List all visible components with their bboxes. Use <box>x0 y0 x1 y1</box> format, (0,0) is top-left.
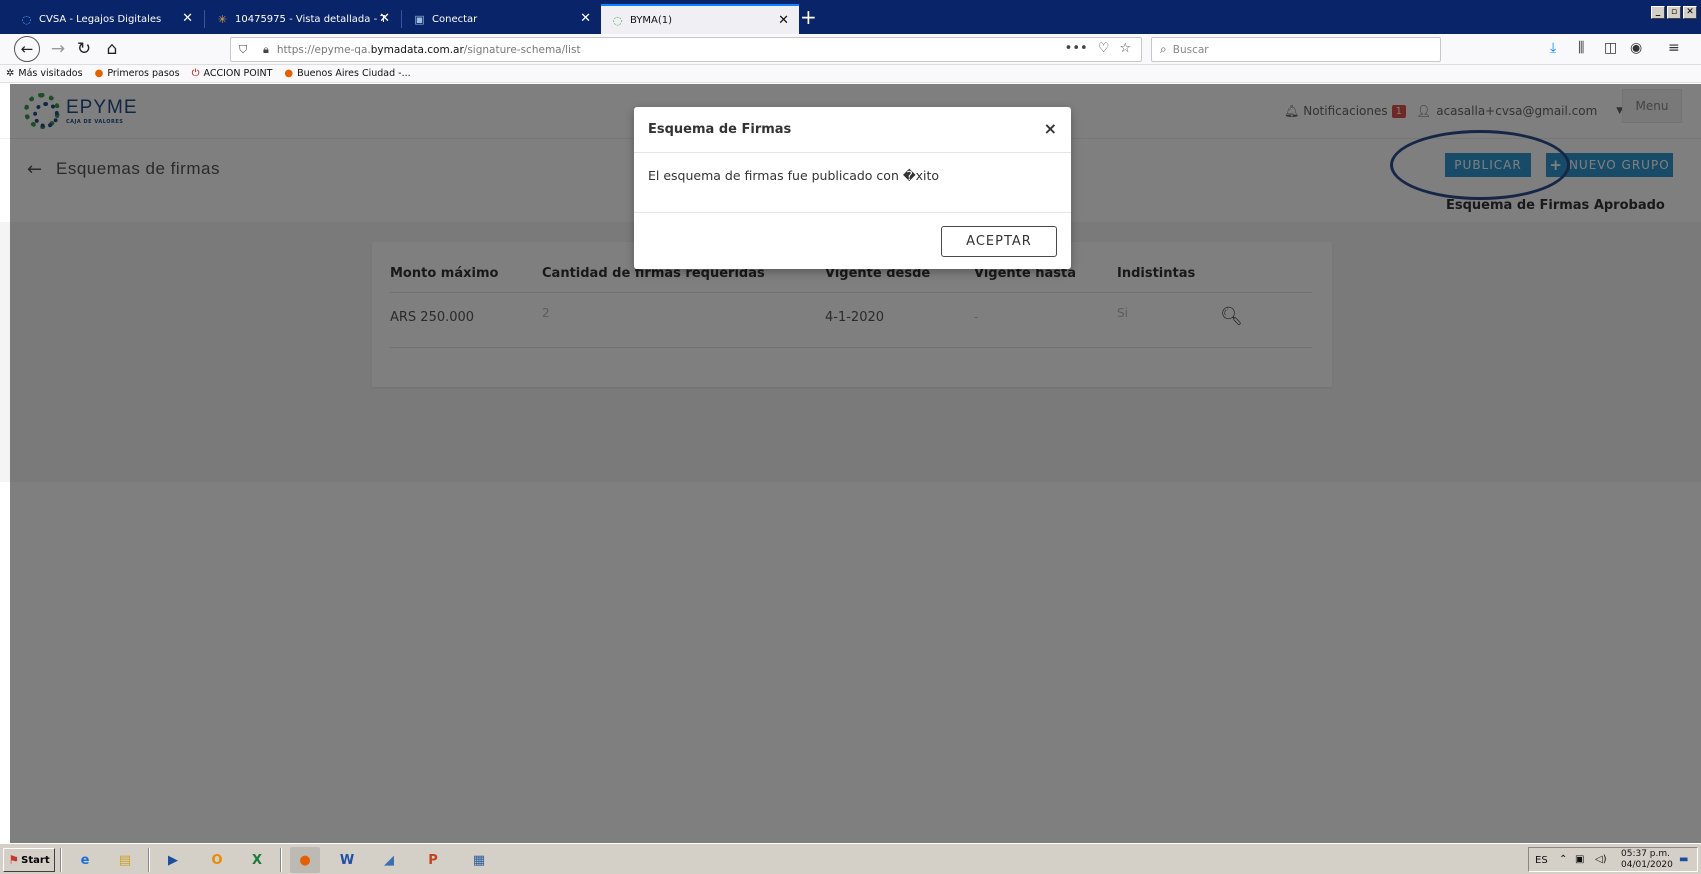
desktop-icon[interactable]: ▦ <box>464 847 494 873</box>
bookmark-label: Primeros pasos <box>107 68 180 79</box>
taskbar-separator <box>280 848 282 872</box>
tab-separator <box>401 10 402 28</box>
language-indicator[interactable]: ES <box>1535 855 1548 866</box>
reload-button[interactable]: ↻ <box>72 37 96 61</box>
modal-header: Esquema de Firmas × <box>634 107 1071 153</box>
bookmark-accion-point[interactable]: ⏻ ACCION POINT <box>192 68 273 79</box>
bookmark-star-icon[interactable]: ☆ <box>1119 41 1131 56</box>
search-icon: ⌕ <box>1160 42 1167 56</box>
pocket-icon[interactable]: ♡ <box>1098 41 1110 56</box>
taskbar-separator <box>148 848 150 872</box>
bookmark-primeros-pasos[interactable]: ● Primeros pasos <box>95 68 180 79</box>
modal-footer: ACEPTAR <box>634 212 1071 269</box>
powerpoint-icon[interactable]: P <box>418 847 448 873</box>
word-icon[interactable]: W <box>332 847 362 873</box>
close-icon[interactable]: × <box>1044 119 1057 138</box>
clock-time[interactable]: 05:37 p.m. <box>1621 849 1670 859</box>
start-button[interactable]: ⚑ Start <box>3 848 55 872</box>
back-button[interactable]: ← <box>14 36 40 62</box>
browser-nav-bar: ← → ↻ ⌂ ⛉ 🔒︎ https://epyme-qa. bymadata.c… <box>0 34 1701 65</box>
bookmark-mas-visitados[interactable]: ✲ Más visitados <box>6 68 83 79</box>
url-prefix: https://epyme-qa. <box>276 43 371 56</box>
circle-logo-icon: ◌ <box>21 12 32 26</box>
modal-message: El esquema de firmas fue publicado con �… <box>648 168 940 183</box>
url-bar[interactable]: ⛉ 🔒︎ https://epyme-qa. bymadata.com.ar/si… <box>230 37 1142 62</box>
notes-icon[interactable]: ◢ <box>374 847 404 873</box>
close-icon[interactable]: ✕ <box>580 11 591 26</box>
volume-icon[interactable]: ◁) <box>1595 854 1607 865</box>
windows-flag-icon: ⚑ <box>8 853 20 867</box>
clock-date[interactable]: 04/01/2020 <box>1621 860 1673 870</box>
outlook-icon[interactable]: O <box>202 847 232 873</box>
browser-tab-byma[interactable]: ◌ BYMA(1) ✕ <box>601 4 799 34</box>
taskbar-separator <box>60 848 62 872</box>
browser-tab-conectar[interactable]: ▣ Conectar ✕ <box>403 4 601 34</box>
library-icon[interactable]: ⫼ <box>1578 40 1584 56</box>
close-icon[interactable]: ✕ <box>182 11 193 26</box>
url-host: bymadata.com.ar <box>370 43 464 56</box>
firefox-icon[interactable]: ● <box>290 847 320 873</box>
new-tab-button[interactable]: + <box>800 6 817 28</box>
firefox-icon: ● <box>94 68 104 79</box>
windows-taskbar: ⚑ Start e ▤ ▶ O X ● W ◢ P ▦ ES ⌃ ▣ ◁) 05… <box>0 843 1701 874</box>
network-icon[interactable]: ▣ <box>1575 854 1584 865</box>
tab-label: CVSA - Legajos Digitales <box>39 13 162 25</box>
page-actions-icon[interactable]: ••• <box>1065 41 1088 56</box>
bookmark-label: ACCION POINT <box>203 68 273 79</box>
bookmark-buenos-aires[interactable]: ● Buenos Aires Ciudad -... <box>284 68 410 79</box>
accept-button[interactable]: ACEPTAR <box>941 226 1057 257</box>
success-modal: Esquema de Firmas × El esquema de firmas… <box>634 107 1071 269</box>
search-input[interactable]: ⌕ Buscar <box>1151 37 1441 62</box>
file-explorer-icon[interactable]: ▤ <box>110 847 140 873</box>
firefox-icon: ● <box>284 68 294 79</box>
home-button[interactable]: ⌂ <box>100 37 124 61</box>
tab-label: 10475975 - Vista detallada - Ticke <box>235 13 385 25</box>
download-icon[interactable]: ⤓ <box>1550 40 1556 56</box>
window-logo-icon: ▣ <box>414 12 425 26</box>
show-desktop-icon[interactable]: ▬ <box>1679 854 1688 865</box>
excel-icon[interactable]: X <box>242 847 272 873</box>
window-controls: _ ▫ ✕ <box>1651 6 1697 19</box>
start-label: Start <box>21 854 50 866</box>
close-icon[interactable]: ✕ <box>778 13 789 28</box>
forward-button[interactable]: → <box>46 37 70 61</box>
close-icon[interactable]: ✕ <box>379 11 390 26</box>
chevron-up-icon[interactable]: ⌃ <box>1559 854 1567 865</box>
search-placeholder: Buscar <box>1172 43 1209 56</box>
bookmark-label: Más visitados <box>18 68 83 79</box>
browser-tab-ticket[interactable]: ✳ 10475975 - Vista detallada - Ticke ✕ <box>206 4 400 34</box>
account-icon[interactable]: ◉ <box>1630 40 1642 56</box>
minimize-icon[interactable]: _ <box>1651 6 1665 19</box>
browser-tab-cvsa[interactable]: ◌ CVSA - Legajos Digitales ✕ <box>10 4 203 34</box>
hamburger-menu-icon[interactable]: ≡ <box>1668 40 1680 56</box>
close-window-icon[interactable]: ✕ <box>1683 6 1697 19</box>
circle-logo-icon: ◌ <box>612 13 623 27</box>
browser-tab-bar: ◌ CVSA - Legajos Digitales ✕ ✳ 10475975 … <box>0 0 1701 34</box>
restore-icon[interactable]: ▫ <box>1667 6 1681 19</box>
lock-icon[interactable]: 🔒︎ <box>263 43 269 57</box>
bookmark-label: Buenos Aires Ciudad -... <box>297 68 411 79</box>
power-icon: ⏻ <box>191 68 200 79</box>
url-actions: ••• ♡ ☆ <box>1065 41 1131 56</box>
star-logo-icon: ✳ <box>217 12 228 26</box>
tab-separator <box>204 10 205 28</box>
gear-icon: ✲ <box>6 68 15 79</box>
system-tray: ES ⌃ ▣ ◁) 05:37 p.m. 04/01/2020 ▬ <box>1528 847 1698 872</box>
url-path: /signature-schema/list <box>463 43 581 56</box>
internet-explorer-icon[interactable]: e <box>70 847 100 873</box>
shield-icon[interactable]: ⛉ <box>239 43 253 57</box>
modal-title: Esquema de Firmas <box>648 122 792 137</box>
tab-label: Conectar <box>432 13 478 25</box>
tab-label: BYMA(1) <box>630 14 673 26</box>
bookmarks-bar: ✲ Más visitados ● Primeros pasos ⏻ ACCIO… <box>0 65 1701 83</box>
media-player-icon[interactable]: ▶ <box>158 847 188 873</box>
sidebar-icon[interactable]: ◫ <box>1604 40 1617 56</box>
